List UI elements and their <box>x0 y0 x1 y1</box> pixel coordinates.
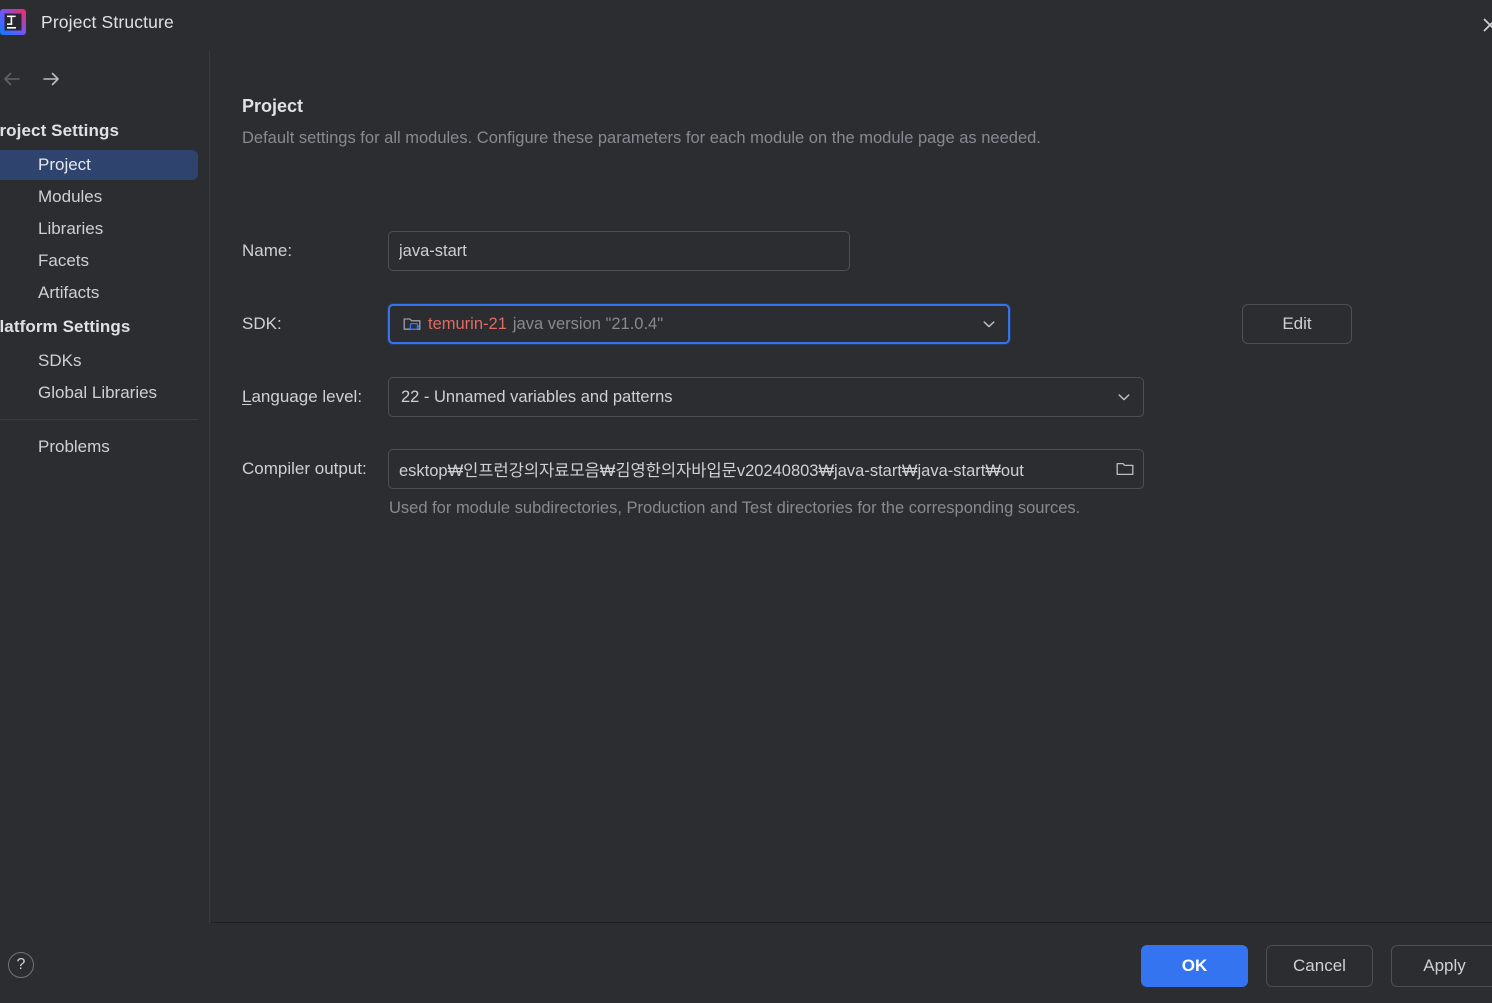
settings-sidebar: Project Settings Project Modules Librari… <box>0 51 210 923</box>
sdk-label: SDK: <box>242 314 282 333</box>
project-structure-dialog: Project Structure Project Settings Proje… <box>0 0 1492 1003</box>
footer-button-group: OK Cancel Apply <box>1141 945 1492 987</box>
sidebar-divider <box>0 419 198 420</box>
sdk-edit-button[interactable]: Edit <box>1242 304 1352 344</box>
language-level-label: Language level: <box>242 387 362 407</box>
arrow-right-icon[interactable] <box>37 65 65 93</box>
sidebar-item-modules[interactable]: Modules <box>0 182 198 212</box>
sidebar-item-problems[interactable]: Problems <box>0 432 198 462</box>
apply-button[interactable]: Apply <box>1391 945 1492 987</box>
sdk-row: SDK: temurin-21 java version "21.0.4" Ed… <box>211 302 1492 346</box>
project-settings-panel: Project Default settings for all modules… <box>211 51 1492 923</box>
chevron-down-icon[interactable] <box>978 313 1000 335</box>
name-label: Name: <box>242 241 293 260</box>
compiler-output-input[interactable]: esktop₩인프런강의자료모음₩김영한의자바입문v20240803₩java-… <box>388 449 1144 489</box>
compiler-output-row: Compiler output: esktop₩인프런강의자료모음₩김영한의자바… <box>211 447 1492 517</box>
page-title: Project <box>242 96 304 116</box>
ok-button[interactable]: OK <box>1141 945 1248 987</box>
sdk-name-value: temurin-21 <box>428 314 507 333</box>
project-name-input[interactable]: java-start <box>388 231 850 271</box>
window-title: Project Structure <box>41 12 174 32</box>
language-level-value: 22 - Unnamed variables and patterns <box>401 387 673 406</box>
sidebar-item-sdks[interactable]: SDKs <box>0 346 198 376</box>
language-level-combo-content: 22 - Unnamed variables and patterns <box>401 388 1113 407</box>
sidebar-item-libraries[interactable]: Libraries <box>0 214 198 244</box>
compiler-output-label: Compiler output: <box>242 459 367 478</box>
cancel-button[interactable]: Cancel <box>1266 945 1373 987</box>
compiler-output-helper-text: Used for module subdirectories, Producti… <box>389 499 1081 517</box>
compiler-output-value: esktop₩인프런강의자료모음₩김영한의자바입문v20240803₩java-… <box>399 462 1024 480</box>
sidebar-item-global-libraries[interactable]: Global Libraries <box>0 378 198 408</box>
folder-browse-icon[interactable] <box>1113 457 1137 481</box>
tree-group-project-settings: Project Settings <box>0 121 120 140</box>
chevron-down-icon[interactable] <box>1113 386 1135 408</box>
sidebar-item-facets[interactable]: Facets <box>0 246 198 276</box>
question-mark-icon[interactable]: ? <box>8 952 34 978</box>
sdk-combo-box[interactable]: temurin-21 java version "21.0.4" <box>388 304 1010 344</box>
arrow-left-icon[interactable] <box>0 65 26 93</box>
sidebar-item-artifacts[interactable]: Artifacts <box>0 278 198 308</box>
sdk-version-value: java version "21.0.4" <box>512 314 664 333</box>
tree-group-platform-settings: Platform Settings <box>0 317 131 336</box>
page-subtitle: Default settings for all modules. Config… <box>242 129 1041 147</box>
sdk-combo-content: temurin-21 java version "21.0.4" <box>402 314 978 334</box>
language-level-row: Language level: 22 - Unnamed variables a… <box>211 375 1492 419</box>
sidebar-item-project[interactable]: Project <box>0 150 198 180</box>
jdk-folder-icon <box>402 314 422 334</box>
navigation-arrows <box>0 65 210 95</box>
name-row: Name: java-start <box>211 229 1492 273</box>
title-bar: Project Structure <box>0 0 1492 51</box>
settings-tree: Project Settings Project Modules Librari… <box>0 114 210 464</box>
project-name-value: java-start <box>399 241 467 260</box>
intellij-idea-logo-icon <box>0 9 26 35</box>
close-icon[interactable] <box>1475 10 1492 40</box>
dialog-footer: ? OK Cancel Apply <box>0 924 1492 1003</box>
language-level-combo-box[interactable]: 22 - Unnamed variables and patterns <box>388 377 1144 417</box>
language-level-label-rest: anguage level: <box>251 387 363 406</box>
